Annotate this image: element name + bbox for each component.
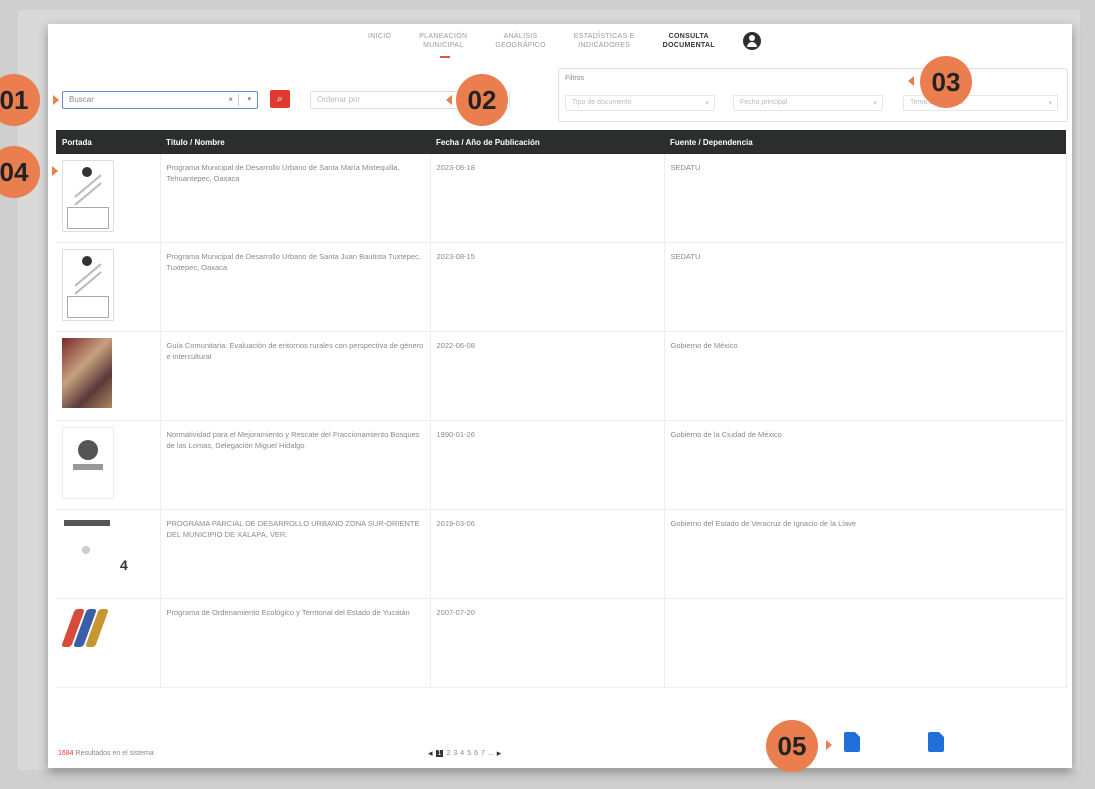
cover-thumbnail[interactable]: [61, 605, 112, 675]
nav-active-indicator: [440, 56, 450, 58]
table-row[interactable]: Guía Comunitaria: Evaluación de entornos…: [56, 331, 1067, 421]
results-label: Resultados en el sistema: [75, 750, 154, 757]
table-row[interactable]: Programa de Ordenamiento Ecológico y Ter…: [56, 598, 1067, 688]
page-5[interactable]: 5: [467, 750, 471, 757]
row-source: Gobierno del Estado de Veracruz de Ignac…: [664, 509, 1067, 599]
row-date: 2023-08-15: [430, 242, 665, 332]
row-date: 2022-06-08: [430, 331, 665, 421]
nav-estadisticas[interactable]: ESTADÍSTICAS E INDICADORES: [574, 32, 635, 50]
stray-text: 4: [120, 557, 128, 573]
page-ellipsis: ...: [487, 750, 494, 757]
row-source: Gobierno de México: [664, 331, 1067, 421]
pdf-file-icon[interactable]: [928, 732, 944, 752]
chevron-down-icon: ▾: [873, 100, 877, 107]
row-title[interactable]: PROGRAMA PARCIAL DE DESARROLLO URBANO ZO…: [160, 509, 431, 599]
table-header-row: Portada Título / Nombre Fecha / Año de P…: [56, 130, 1066, 154]
chevron-down-icon[interactable]: ▾: [247, 95, 251, 103]
x-icon[interactable]: ×: [228, 95, 233, 104]
page-7[interactable]: 7: [481, 750, 485, 757]
row-date: 2007-07-20: [430, 598, 665, 688]
filter-main-date-label: Fecha principal: [740, 99, 788, 106]
row-source: SEDATU: [664, 242, 1067, 332]
cover-thumbnail[interactable]: [62, 338, 112, 408]
header-title[interactable]: Título / Nombre: [160, 130, 430, 154]
callout-03-pointer: [908, 76, 914, 86]
callout-03: 03: [920, 56, 972, 108]
chevron-down-icon: ▾: [1048, 100, 1052, 107]
filters-panel: Filtros Tipo de documento ▾ Fecha princi…: [558, 68, 1068, 122]
row-title[interactable]: Programa Municipal de Desarrollo Urbano …: [160, 154, 431, 243]
row-date: 1990-01-26: [430, 420, 665, 510]
table-row[interactable]: Programa Municipal de Desarrollo Urbano …: [56, 154, 1067, 243]
search-button[interactable]: ⌕: [270, 90, 290, 108]
results-number: 1684: [58, 750, 74, 757]
page-2[interactable]: 2: [446, 750, 450, 757]
header-date[interactable]: Fecha / Año de Publicación: [430, 130, 664, 154]
csv-file-icon[interactable]: [844, 732, 860, 752]
page-6[interactable]: 6: [474, 750, 478, 757]
page: INICIO PLANEACIÓN MUNICIPAL ANÁLISIS GEO…: [48, 24, 1072, 768]
arrow-left-icon[interactable]: ◂: [428, 748, 433, 759]
row-source: SEDATU: [664, 154, 1067, 243]
row-source: [664, 598, 1067, 688]
row-date: 2019-03-06: [430, 509, 665, 599]
pagination: ◂ 1 2 3 4 5 6 7 ... ▸: [428, 748, 501, 759]
table-row[interactable]: 4 PROGRAMA PARCIAL DE DESARROLLO URBANO …: [56, 509, 1067, 599]
filters-title: Filtros: [565, 75, 585, 82]
cover-thumbnail[interactable]: [62, 516, 112, 586]
row-title[interactable]: Guía Comunitaria: Evaluación de entornos…: [160, 331, 431, 421]
filter-document-type-label: Tipo de documento: [572, 99, 632, 106]
nav-inicio[interactable]: INICIO: [368, 32, 391, 41]
search-input[interactable]: Buscar × ▾: [62, 91, 258, 109]
top-nav: INICIO PLANEACIÓN MUNICIPAL ANÁLISIS GEO…: [368, 32, 761, 50]
callout-02-pointer: [446, 95, 452, 105]
filter-document-type[interactable]: Tipo de documento ▾: [565, 95, 715, 111]
callout-05-pointer: [826, 740, 832, 750]
table-row[interactable]: Programa Municipal de Desarrollo Urbano …: [56, 242, 1067, 332]
callout-04-pointer: [52, 166, 58, 176]
user-avatar-icon[interactable]: [742, 32, 761, 50]
search-icon: ⌕: [276, 93, 284, 105]
search-value: Buscar: [69, 95, 94, 104]
table-row[interactable]: Normatividad para el Mejoramiento y Resc…: [56, 420, 1067, 510]
header-source[interactable]: Fuente / Dependencia: [664, 130, 1066, 154]
arrow-right-icon[interactable]: ▸: [497, 748, 502, 759]
row-title[interactable]: Programa de Ordenamiento Ecológico y Ter…: [160, 598, 431, 688]
cover-thumbnail[interactable]: [62, 160, 114, 232]
row-source: Gobierno de la Ciudad de México: [664, 420, 1067, 510]
nav-planeacion[interactable]: PLANEACIÓN MUNICIPAL: [419, 32, 467, 50]
page-1[interactable]: 1: [435, 750, 444, 757]
nav-consulta-documental[interactable]: CONSULTA DOCUMENTAL: [663, 32, 715, 50]
row-title[interactable]: Normatividad para el Mejoramiento y Resc…: [160, 420, 431, 510]
cover-thumbnail[interactable]: [62, 249, 114, 321]
nav-analisis[interactable]: ANÁLISIS GEOGRÁFICO: [495, 32, 545, 50]
filter-main-date[interactable]: Fecha principal ▾: [733, 95, 883, 111]
row-title[interactable]: Programa Municipal de Desarrollo Urbano …: [160, 242, 431, 332]
order-placeholder: Ordenar por: [317, 95, 361, 104]
results-count: 1684 Resultados en el sistema: [58, 750, 154, 757]
cover-thumbnail[interactable]: [62, 427, 114, 499]
row-date: 2023-08-18: [430, 154, 665, 243]
callout-05: 05: [766, 720, 818, 772]
page-4[interactable]: 4: [460, 750, 464, 757]
documents-table: Portada Título / Nombre Fecha / Año de P…: [56, 130, 1067, 688]
callout-01-pointer: [53, 95, 59, 105]
page-3[interactable]: 3: [453, 750, 457, 757]
chevron-down-icon: ▾: [705, 100, 709, 107]
header-cover[interactable]: Portada: [56, 130, 160, 154]
search-divider: [238, 94, 239, 106]
callout-02: 02: [456, 74, 508, 126]
